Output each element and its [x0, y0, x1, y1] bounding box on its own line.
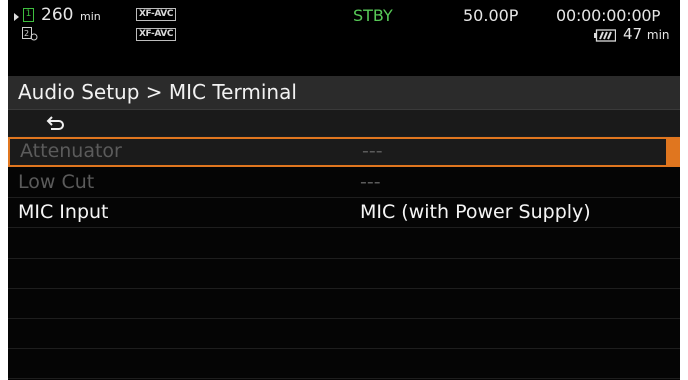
- battery-unit: min: [646, 28, 670, 42]
- record-time-unit: min: [80, 10, 101, 23]
- card-slot-icon: 1: [23, 8, 34, 22]
- back-row[interactable]: [8, 110, 680, 137]
- menu-item-low-cut[interactable]: Low Cut ---: [8, 168, 680, 198]
- mode-indicator: STBY: [353, 6, 393, 25]
- menu-item-attenuator[interactable]: Attenuator ---: [8, 137, 680, 167]
- svg-text:2: 2: [24, 29, 29, 38]
- play-icon: [14, 13, 19, 21]
- format-badge-secondary: XF-AVC: [136, 28, 177, 41]
- menu-item-label: MIC Input: [18, 201, 109, 223]
- battery-icon: [594, 29, 616, 42]
- menu-item-value: ---: [362, 140, 383, 162]
- menu-item-value: MIC (with Power Supply): [360, 201, 591, 223]
- menu-item-label: Low Cut: [18, 171, 95, 193]
- empty-row: [8, 319, 680, 349]
- back-icon[interactable]: [46, 114, 66, 132]
- camera-menu-screen: 1 260 min XF-AVC 2 XF-AVC STBY 50.00P 00…: [8, 0, 680, 380]
- status-bar: 1 260 min XF-AVC 2 XF-AVC STBY 50.00P 00…: [8, 0, 680, 76]
- menu-item-value: ---: [360, 171, 381, 193]
- battery-remaining: 47 min: [623, 25, 670, 43]
- empty-row: [8, 349, 680, 379]
- menu-item-mic-input[interactable]: MIC Input MIC (with Power Supply): [8, 198, 680, 228]
- menu-item-label: Attenuator: [20, 140, 122, 162]
- empty-row: [8, 229, 680, 259]
- slot-relay-icon: 2: [22, 27, 38, 41]
- selection-cursor: [666, 137, 680, 167]
- empty-row: [8, 289, 680, 319]
- menu-title-bar: Audio Setup > MIC Terminal: [8, 76, 680, 110]
- battery-value: 47: [623, 25, 643, 43]
- empty-row: [8, 259, 680, 289]
- timecode-suffix: P: [651, 7, 661, 25]
- frame-rate: 50.00P: [463, 6, 519, 25]
- record-time: 260: [41, 5, 74, 25]
- breadcrumb: Audio Setup > MIC Terminal: [18, 80, 297, 104]
- timecode: 00:00:00:00P: [556, 6, 660, 25]
- format-badge: XF-AVC: [136, 8, 177, 21]
- timecode-value: 00:00:00:00: [556, 6, 652, 25]
